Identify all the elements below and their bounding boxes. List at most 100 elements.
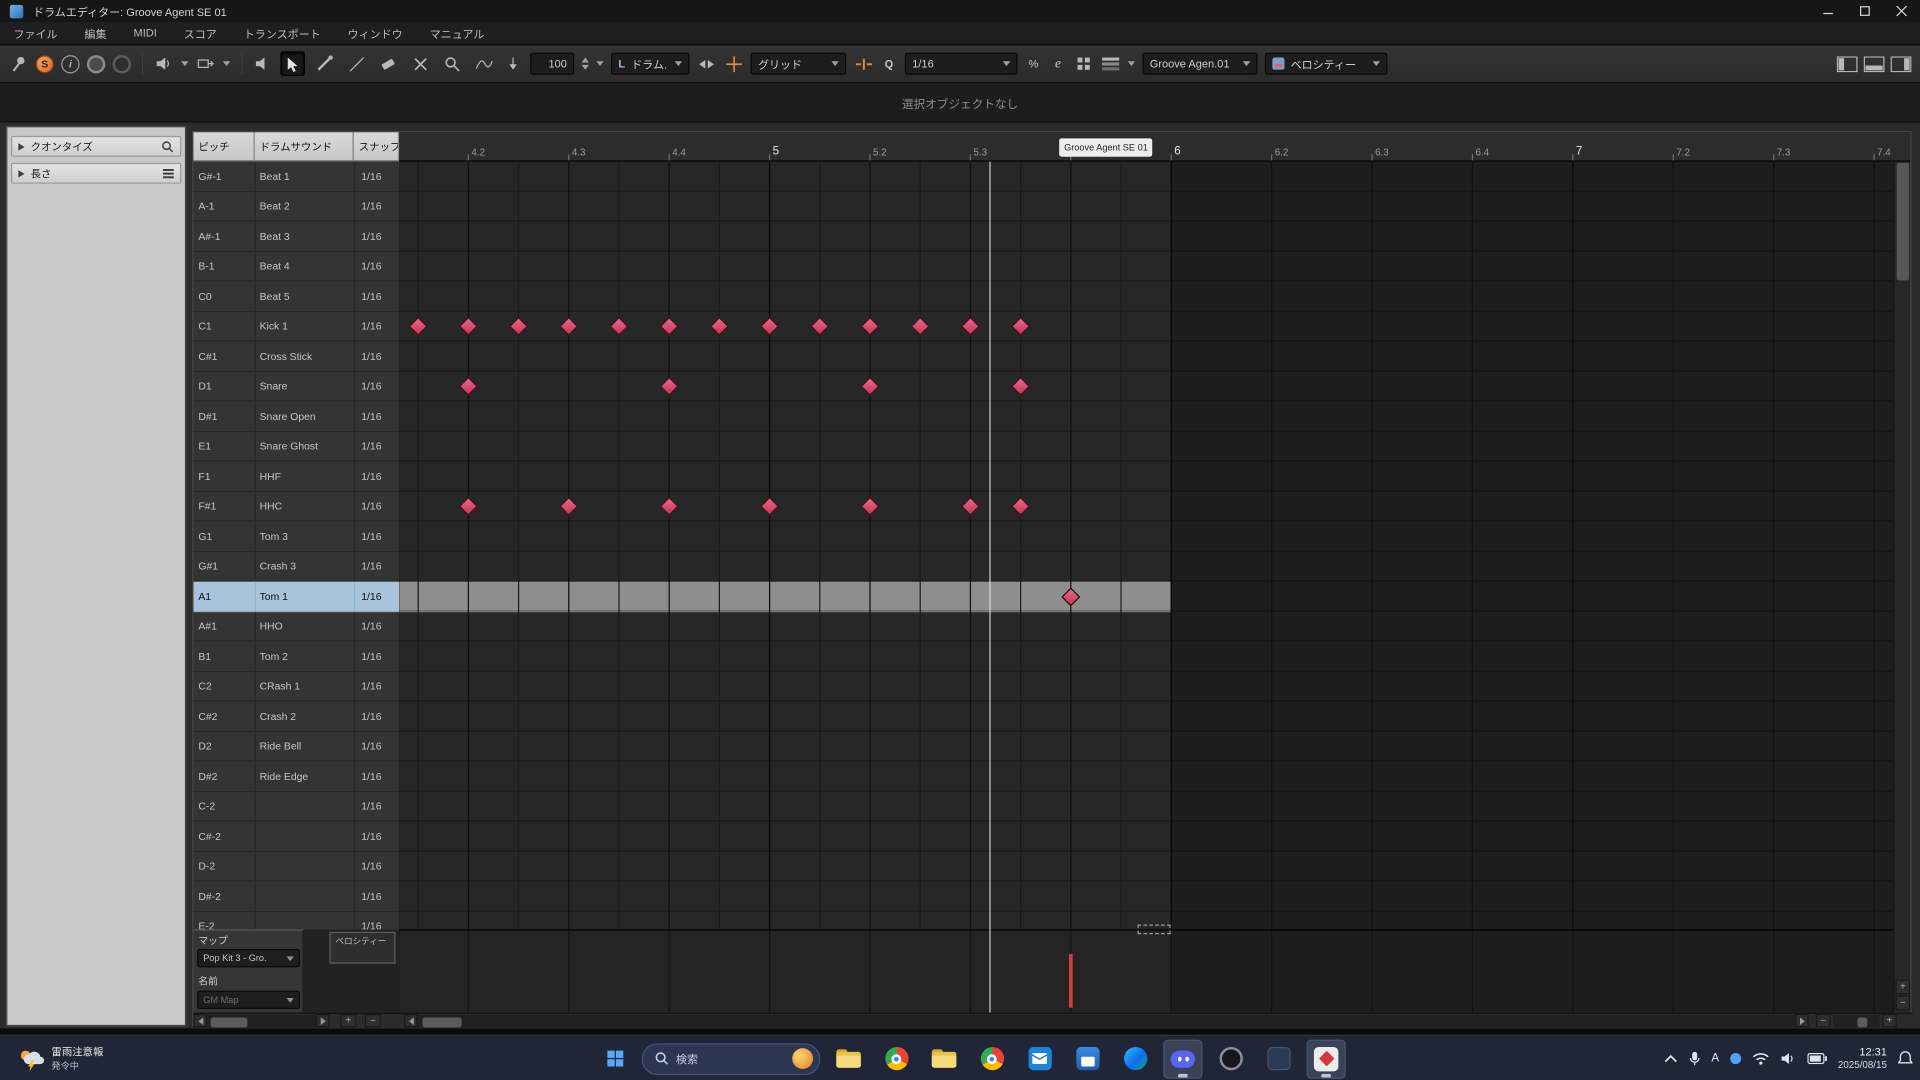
taskbar-app-file-explorer[interactable] [829,1039,868,1078]
menu-item-マニュアル[interactable]: マニュアル [416,22,498,44]
note-grid[interactable] [399,161,1894,930]
vertical-scrollbar-thumb[interactable] [1896,162,1909,281]
drum-list-row[interactable]: D#-2 1/16 [193,881,400,912]
menu-item-MIDI[interactable]: MIDI [120,22,170,44]
drum-list-row[interactable]: E-2 1/16 [193,911,400,930]
menu-item-ウィンドウ[interactable]: ウィンドウ [334,22,416,44]
column-header-step[interactable]: スナップ [353,132,400,162]
menu-item-編集[interactable]: 編集 [71,22,120,44]
drum-map-select[interactable]: Pop Kit 3 - Gro. [197,948,300,968]
curve-tool[interactable] [471,51,495,75]
drum-list-row[interactable]: A#-1 Beat 3 1/16 [193,221,400,252]
auto-select-caret-icon[interactable] [222,61,231,67]
event-colors-select[interactable]: ベロシティー [1264,52,1388,75]
vzoom-in-button[interactable]: + [1895,979,1911,995]
hzoom-slider-track[interactable] [1833,1015,1880,1028]
quantize-select[interactable]: 1/16 [904,52,1018,75]
info-button[interactable]: i [61,54,80,73]
drum-list-row[interactable]: G#1 Crash 3 1/16 [193,551,400,582]
drum-list-row[interactable]: C1 Kick 1 1/16 [193,311,400,342]
eraser-tool[interactable] [376,51,400,75]
right-zone-toggle[interactable] [1890,52,1912,75]
mute-tool[interactable] [408,51,432,75]
list-scroll-right-button[interactable] [315,1013,330,1028]
grid-scroll-left-button[interactable] [404,1013,418,1028]
loop-circle-button[interactable] [112,54,132,73]
volume-icon[interactable] [1780,1052,1796,1065]
vertical-scrollbar[interactable]: + − [1893,161,1911,1013]
name-map-select[interactable]: GM Map [197,990,300,1009]
snap-icon[interactable] [853,52,873,75]
taskbar-clock[interactable]: 12:31 2025/08/15 [1838,1046,1887,1072]
inspector-section-icon[interactable] [162,140,174,152]
grid-type-select[interactable]: グリッド [750,52,847,75]
part-select[interactable]: Groove Agen.01 [1142,52,1258,75]
grid-scroll-right-button[interactable] [1795,1013,1809,1028]
drum-list-row[interactable]: D1 Snare 1/16 [193,371,400,402]
maximize-button[interactable] [1847,0,1884,22]
battery-icon[interactable] [1807,1053,1827,1065]
vzoom-out-button[interactable]: − [1895,995,1911,1011]
weather-widget[interactable]: 雷雨注意報 発令中 [10,1036,111,1080]
controller-setup-icon[interactable] [1074,52,1094,75]
line-tool[interactable] [344,51,368,75]
lanes-caret-icon[interactable] [1127,61,1136,67]
inspector-section-長さ[interactable]: 長さ [11,162,182,184]
drum-list-row[interactable]: C#2 Crash 2 1/16 [193,701,400,732]
list-zoom-in-button[interactable]: + [340,1013,357,1028]
drum-list-row[interactable]: A-1 Beat 2 1/16 [193,191,400,222]
taskbar-app-chrome-profile[interactable] [972,1039,1011,1078]
drum-list-row[interactable]: C#-2 1/16 [193,821,400,852]
velocity-caret-icon[interactable] [596,61,604,67]
list-zoom-out-button[interactable]: − [364,1013,381,1028]
hzoom-slider-thumb[interactable] [1857,1017,1868,1028]
tray-app-icon[interactable] [1730,1053,1742,1065]
drum-list-row[interactable]: A#1 HHO 1/16 [193,611,400,642]
close-button[interactable] [1883,0,1920,22]
length-quantize-select[interactable]: L ドラム. [611,52,690,75]
list-scrollbar-track[interactable] [206,1015,316,1028]
insert-velocity-value[interactable]: 100 [530,52,575,75]
wifi-icon[interactable] [1752,1052,1769,1065]
drum-list-row[interactable]: C-2 1/16 [193,791,400,822]
velocity-lane[interactable] [399,929,1894,1013]
velocity-lane-selector[interactable]: ベロシティー [329,931,396,964]
drum-list-row[interactable]: D2 Ride Bell 1/16 [193,731,400,762]
velocity-stepper[interactable] [581,57,589,70]
drumstick-tool[interactable] [312,51,336,75]
menu-item-ファイル[interactable]: ファイル [0,22,71,44]
solo-button[interactable]: S [35,54,54,73]
quantize-panel-button[interactable]: e [1049,56,1066,71]
column-header-sound[interactable]: ドラムサウンド [254,132,354,162]
hzoom-in-button[interactable]: + [1882,1013,1897,1028]
taskbar-app-chrome[interactable] [877,1039,916,1078]
drum-list-row[interactable]: G1 Tom 3 1/16 [193,521,400,552]
hzoom-out-button[interactable]: − [1815,1013,1831,1028]
drum-list-row[interactable]: C2 CRash 1 1/16 [193,671,400,702]
notification-bell-icon[interactable] [1897,1051,1913,1067]
microphone-icon[interactable] [1688,1051,1700,1067]
left-zone-toggle[interactable] [1836,52,1858,75]
drum-list-row[interactable]: A1 Tom 1 1/16 [193,581,400,612]
taskbar-app-folder[interactable] [924,1039,963,1078]
feedback-caret-icon[interactable] [181,61,189,67]
drum-list-row[interactable]: G#-1 Beat 1 1/16 [193,161,400,192]
drum-list-row[interactable]: F1 HHF 1/16 [193,461,400,492]
taskbar-app-outlook[interactable] [1020,1039,1059,1078]
drum-list-row[interactable]: D#2 Ride Edge 1/16 [193,761,400,792]
menu-item-トランスポート[interactable]: トランスポート [230,22,334,44]
auto-select-icon[interactable] [196,52,216,75]
taskbar-app-calendar[interactable] [1068,1039,1107,1078]
acoustic-feedback-icon[interactable] [154,52,174,75]
start-button[interactable] [596,1040,633,1077]
drum-list-row[interactable]: D-2 1/16 [193,851,400,882]
search-box[interactable]: 検索 [641,1042,821,1075]
drum-list-row[interactable]: D#1 Snare Open 1/16 [193,401,400,432]
zoom-tool[interactable] [440,51,464,75]
taskbar-app-obs[interactable] [1211,1039,1250,1078]
lower-zone-toggle[interactable] [1863,52,1885,75]
tray-chevron-up-icon[interactable] [1664,1054,1677,1063]
minimize-button[interactable] [1810,0,1847,22]
timeline-ruler[interactable]: Groove Agent SE 01 4.2 4.3 4.4 5 5.2 5.3 6 6.2 6… [399,132,1894,162]
grid-scrollbar-track[interactable] [417,1015,1796,1028]
